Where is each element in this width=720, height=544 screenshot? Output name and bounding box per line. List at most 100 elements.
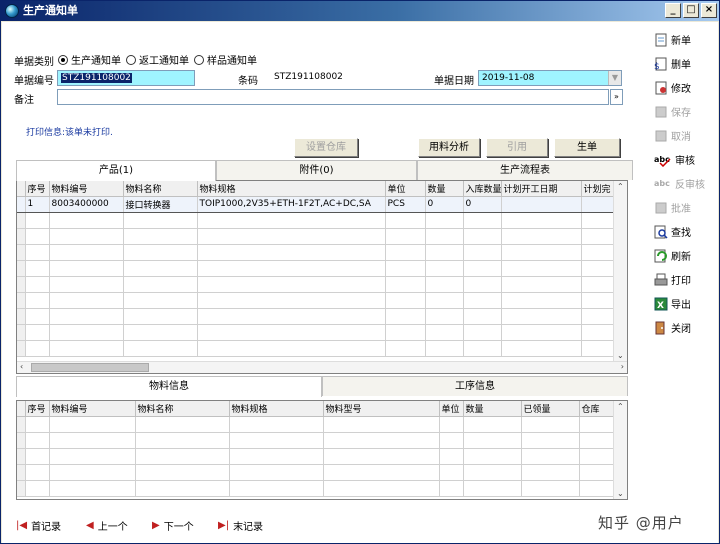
cell[interactable]: TOIP1000,2V35+ETH-1F2T,AC+DC,SA [197,195,386,213]
close-button[interactable]: × [701,3,717,18]
col-header[interactable]: 入库数量 [463,181,502,197]
print-button[interactable]: 打印 [654,272,691,287]
scroll-up-icon[interactable]: ⌃ [617,182,624,191]
material-grid-header: 序号 物料编号 物料名称 物料规格 物料型号 单位 数量 已领量 仓库 [17,401,627,417]
refresh-button[interactable]: 刷新 [654,248,691,263]
table-row[interactable] [17,464,627,481]
tab-products[interactable]: 产品(1) [16,160,216,181]
table-row[interactable] [17,228,627,245]
vertical-scrollbar[interactable]: ⌃ ⌄ [613,401,627,499]
cancel-button[interactable]: 取消 [654,128,691,143]
col-header[interactable]: 计划开工日期 [501,181,582,197]
table-row[interactable]: 1 8003400000 接口转换器 TOIP1000,2V35+ETH-1F2… [17,195,627,213]
col-header[interactable]: 物料编号 [49,401,136,417]
col-header[interactable]: 已领量 [521,401,580,417]
tab-material-info[interactable]: 物料信息 [16,376,322,397]
svg-text:$: $ [654,62,660,71]
set-warehouse-button[interactable]: 设置仓库 [294,138,358,157]
edit-button[interactable]: 修改 [654,80,691,95]
print-info: 打印信息:该单未打印. [26,128,113,138]
col-header[interactable]: 物料规格 [229,401,324,417]
app-window: 生产通知单 _ □ × 单据类别 生产通知单 返工通知单 样品通知单 单据编号 … [0,0,720,544]
doc-date-combo[interactable]: 2019-11-08 ▼ [478,70,622,86]
col-header[interactable]: 序号 [25,401,50,417]
previous-record-button[interactable]: ◀ 上一个 [86,518,128,533]
col-header[interactable]: 物料编号 [49,181,124,197]
remark-label: 备注 [14,95,34,106]
radio-production-notice[interactable]: 生产通知单 [58,52,121,67]
radio-sample-notice[interactable]: 样品通知单 [194,52,257,67]
find-button[interactable]: 查找 [654,224,691,239]
tab-attachments[interactable]: 附件(0) [216,160,417,180]
edit-document-icon [654,81,668,95]
col-header[interactable]: 物料名称 [135,401,230,417]
table-row[interactable] [17,340,627,357]
scroll-thumb[interactable] [31,363,149,372]
scroll-up-icon[interactable]: ⌃ [617,402,624,411]
table-row[interactable] [17,276,627,293]
col-header[interactable]: 物料规格 [197,181,386,197]
unapprove-button[interactable]: abc 反审核 [654,176,705,192]
radio-circle [126,54,136,65]
cell[interactable]: PCS [385,195,426,213]
svg-text:abc: abc [654,155,670,164]
last-record-button[interactable]: ▶| 末记录 [218,518,263,533]
approve-button[interactable]: abc 审核 [654,152,695,168]
excel-icon: X [654,297,668,311]
generate-order-button[interactable]: 生单 [554,138,620,157]
material-analysis-button[interactable]: 用料分析 [418,138,480,157]
table-row[interactable] [17,416,627,433]
save-button[interactable]: 保存 [654,104,691,119]
delete-order-button[interactable]: $ 删单 [654,56,691,72]
cell[interactable]: 0 [425,195,464,213]
cell[interactable] [501,195,582,213]
barcode-label: 条码 [238,76,258,87]
ratify-button[interactable]: 批准 [654,200,691,215]
scroll-down-icon[interactable]: ⌄ [617,489,624,498]
cell[interactable]: 1 [25,195,50,213]
tab-process-flow[interactable]: 生产流程表 [417,160,633,180]
doc-no-input[interactable]: STZ191108002 [57,70,195,86]
table-row[interactable] [17,448,627,465]
radio-rework-notice[interactable]: 返工通知单 [126,52,189,67]
table-row[interactable] [17,244,627,261]
table-row[interactable] [17,260,627,277]
maximize-button[interactable]: □ [683,3,699,18]
next-record-button[interactable]: ▶ 下一个 [152,518,194,533]
expand-down-icon[interactable]: » [610,89,623,105]
export-button[interactable]: X 导出 [654,296,691,311]
doc-no-label: 单据编号 [14,76,54,87]
scroll-left-icon[interactable]: ‹ [20,362,23,371]
close-form-button[interactable]: 关闭 [654,320,691,335]
col-header[interactable]: 序号 [25,181,50,197]
horizontal-scrollbar[interactable]: ‹ › [17,361,627,373]
cell[interactable]: 8003400000 [49,195,124,213]
col-header[interactable]: 单位 [385,181,426,197]
table-row[interactable] [17,480,627,497]
new-order-button[interactable]: 新单 [654,32,691,47]
reference-button[interactable]: 引用 [486,138,548,157]
tab-process-info[interactable]: 工序信息 [322,376,628,396]
scroll-right-icon[interactable]: › [621,362,624,371]
table-row[interactable] [17,212,627,229]
scroll-down-icon[interactable]: ⌄ [617,351,624,360]
product-grid-header: 序号 物料编号 物料名称 物料规格 单位 数量 入库数量 计划开工日期 计划完 [17,181,627,197]
minimize-button[interactable]: _ [665,3,681,18]
col-header[interactable]: 单位 [439,401,464,417]
col-header[interactable]: 数量 [425,181,464,197]
previous-icon: ◀ [86,520,94,531]
first-record-button[interactable]: |◀ 首记录 [16,518,61,533]
table-row[interactable] [17,292,627,309]
remark-input[interactable] [57,89,609,105]
col-header[interactable]: 数量 [463,401,522,417]
table-row[interactable] [17,324,627,341]
printer-icon [654,273,668,287]
vertical-scrollbar[interactable]: ⌃ ⌄ [613,181,627,361]
table-row[interactable] [17,308,627,325]
chevron-down-icon[interactable]: ▼ [608,71,621,85]
table-row[interactable] [17,432,627,449]
col-header[interactable]: 物料型号 [323,401,440,417]
cell[interactable]: 0 [463,195,502,213]
col-header[interactable]: 物料名称 [123,181,198,197]
cell[interactable]: 接口转换器 [123,195,198,213]
